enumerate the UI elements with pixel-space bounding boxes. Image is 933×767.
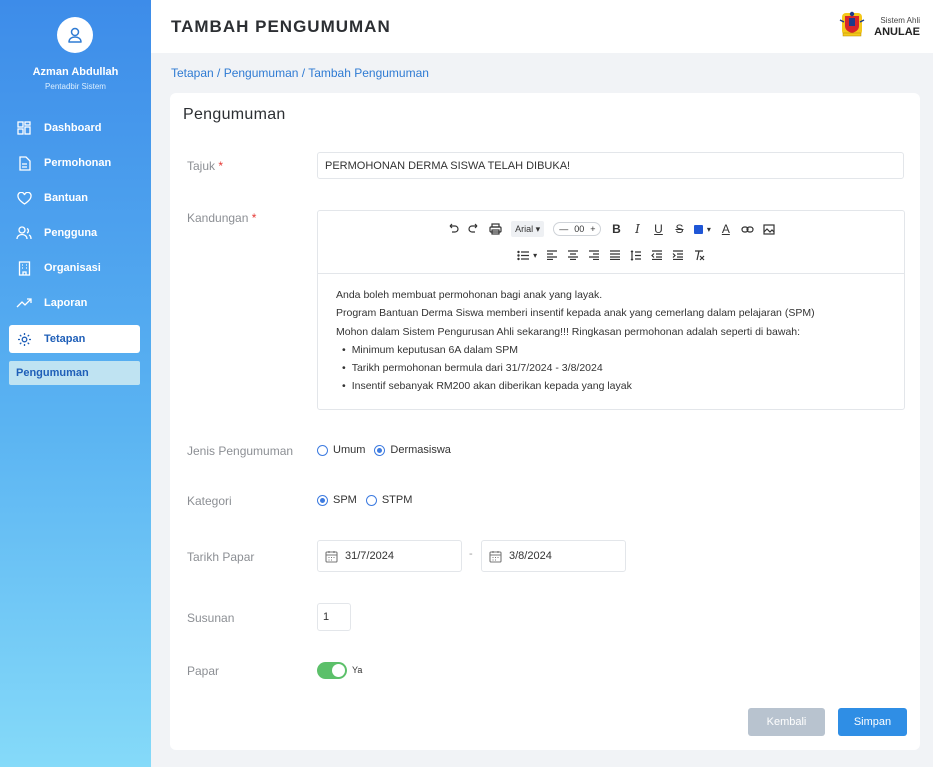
breadcrumb[interactable]: Tetapan / Pengumuman / Tambah Pengumuman bbox=[171, 66, 429, 80]
plus-icon[interactable]: + bbox=[590, 224, 595, 234]
underline-icon[interactable]: U bbox=[652, 221, 664, 237]
clear-format-icon[interactable] bbox=[693, 247, 705, 263]
sidebar-item-label: Permohonan bbox=[44, 157, 112, 169]
list-item: Insentif sebanyak RM200 akan diberikan k… bbox=[342, 377, 815, 395]
print-icon[interactable] bbox=[489, 221, 502, 237]
editor-bullet-list: Minimum keputusan 6A dalam SPM Tarikh pe… bbox=[342, 341, 815, 396]
back-button[interactable]: Kembali bbox=[748, 708, 825, 736]
sidebar-item-organisasi[interactable]: Organisasi bbox=[9, 254, 140, 282]
jenis-label: Jenis Pengumuman bbox=[187, 444, 294, 458]
line-height-icon[interactable] bbox=[630, 247, 642, 263]
sidebar-item-label: Tetapan bbox=[44, 333, 86, 345]
brand-name: ANULAE bbox=[874, 26, 920, 38]
papar-toggle-label: Ya bbox=[352, 665, 363, 675]
calendar-icon bbox=[325, 550, 338, 563]
list-item: Tarikh permohonan bermula dari 31/7/2024… bbox=[342, 359, 815, 377]
sidebar-item-label: Organisasi bbox=[44, 262, 101, 274]
italic-icon[interactable]: I bbox=[631, 221, 643, 237]
kandungan-label: Kandungan * bbox=[187, 211, 257, 225]
font-size-control[interactable]: —00 + bbox=[553, 222, 602, 236]
list-icon[interactable]: ▾ bbox=[517, 247, 537, 263]
dashboard-icon bbox=[16, 120, 32, 136]
date-separator: - bbox=[469, 548, 473, 560]
sidebar-item-permohonan[interactable]: Permohonan bbox=[9, 149, 140, 177]
radio-dermasiswa[interactable] bbox=[374, 444, 386, 456]
page-title: TAMBAH PENGUMUMAN bbox=[171, 17, 391, 36]
minus-icon[interactable]: — bbox=[559, 224, 568, 234]
kategori-label: Kategori bbox=[187, 494, 232, 508]
radio-spm[interactable] bbox=[317, 494, 328, 506]
editor-divider bbox=[318, 273, 904, 274]
tarikh-label: Tarikh Papar bbox=[187, 550, 255, 564]
strikethrough-icon[interactable]: S bbox=[673, 221, 685, 237]
avatar[interactable] bbox=[57, 17, 93, 53]
trend-icon bbox=[16, 295, 32, 311]
form-title: Pengumuman bbox=[183, 106, 286, 123]
sidebar-item-laporan[interactable]: Laporan bbox=[9, 289, 140, 317]
image-icon[interactable] bbox=[763, 221, 775, 237]
sidebar-item-label: Pengguna bbox=[44, 227, 98, 239]
bold-icon[interactable]: B bbox=[610, 221, 622, 237]
tajuk-input[interactable]: PERMOHONAN DERMA SISWA TELAH DIBUKA! bbox=[317, 152, 904, 179]
top-bar: TAMBAH PENGUMUMAN Sistem Ahli ANULAE bbox=[151, 0, 933, 53]
text-color-icon[interactable]: ▾ bbox=[694, 221, 711, 237]
tajuk-label: Tajuk * bbox=[187, 159, 224, 173]
editor-content[interactable]: Anda boleh membuat permohonan bagi anak … bbox=[336, 286, 815, 396]
announcement-form-card: Pengumuman Tajuk * PERMOHONAN DERMA SISW… bbox=[170, 93, 920, 750]
align-right-icon[interactable] bbox=[588, 247, 600, 263]
required-mark: * bbox=[218, 159, 224, 173]
sidebar: Azman Abdullah Pentadbir Sistem Dashboar… bbox=[0, 0, 151, 767]
building-icon bbox=[16, 260, 32, 276]
kategori-radio-group: SPM STPM bbox=[317, 494, 412, 506]
radio-stpm[interactable] bbox=[365, 494, 377, 506]
editor-line: Program Bantuan Derma Siswa memberi inse… bbox=[336, 307, 815, 320]
redo-icon[interactable] bbox=[468, 221, 480, 237]
sidebar-item-label: Bantuan bbox=[44, 192, 88, 204]
sidebar-item-label: Dashboard bbox=[44, 122, 102, 134]
papar-label: Papar bbox=[187, 664, 220, 678]
sidebar-item-tetapan[interactable]: Tetapan bbox=[9, 325, 140, 353]
align-center-icon[interactable] bbox=[567, 247, 579, 263]
editor-line: Mohon dalam Sistem Pengurusan Ahli sekar… bbox=[336, 325, 801, 338]
brand-subtitle: Sistem Ahli bbox=[880, 16, 920, 25]
calendar-icon bbox=[489, 550, 502, 563]
save-button[interactable]: Simpan bbox=[838, 708, 907, 736]
sidebar-item-bantuan[interactable]: Bantuan bbox=[9, 184, 140, 212]
gear-icon bbox=[16, 331, 32, 347]
jenis-radio-group: Umum Dermasiswa bbox=[317, 444, 451, 456]
date-to-input[interactable]: 3/8/2024 bbox=[481, 540, 626, 572]
date-from-input[interactable]: 31/7/2024 bbox=[317, 540, 462, 572]
sidebar-item-pengguna[interactable]: Pengguna bbox=[9, 219, 140, 247]
radio-umum[interactable] bbox=[317, 444, 328, 456]
users-icon bbox=[16, 225, 32, 241]
list-item: Minimum keputusan 6A dalam SPM bbox=[342, 341, 815, 359]
rich-text-editor[interactable]: Arial ▾ —00 + B I U S ▾ A ▾ Anda boleh me… bbox=[317, 210, 905, 410]
required-mark: * bbox=[251, 211, 257, 225]
sidebar-subitem-pengumuman[interactable]: Pengumuman bbox=[9, 361, 140, 385]
editor-toolbar-row-2: ▾ bbox=[318, 246, 904, 264]
user-name: Azman Abdullah bbox=[32, 66, 119, 78]
user-role: Pentadbir Sistem bbox=[45, 82, 106, 91]
font-family-select[interactable]: Arial ▾ bbox=[511, 221, 545, 237]
crest-logo bbox=[839, 10, 865, 38]
papar-toggle[interactable] bbox=[317, 662, 347, 679]
document-icon bbox=[16, 155, 32, 171]
sidebar-item-label: Laporan bbox=[44, 297, 88, 309]
heart-icon bbox=[16, 190, 32, 206]
editor-toolbar-row-1: Arial ▾ —00 + B I U S ▾ A bbox=[318, 220, 904, 238]
indent-icon[interactable] bbox=[672, 247, 684, 263]
outdent-icon[interactable] bbox=[651, 247, 663, 263]
user-icon bbox=[68, 27, 82, 43]
sidebar-item-dashboard[interactable]: Dashboard bbox=[9, 114, 140, 142]
highlight-color-icon[interactable]: A bbox=[720, 221, 732, 237]
link-icon[interactable] bbox=[741, 221, 754, 237]
align-left-icon[interactable] bbox=[546, 247, 558, 263]
editor-line: Anda boleh membuat permohonan bagi anak … bbox=[336, 289, 603, 301]
susunan-input[interactable]: 1 bbox=[317, 603, 351, 631]
align-justify-icon[interactable] bbox=[609, 247, 621, 263]
susunan-label: Susunan bbox=[187, 611, 235, 625]
undo-icon[interactable] bbox=[447, 221, 459, 237]
